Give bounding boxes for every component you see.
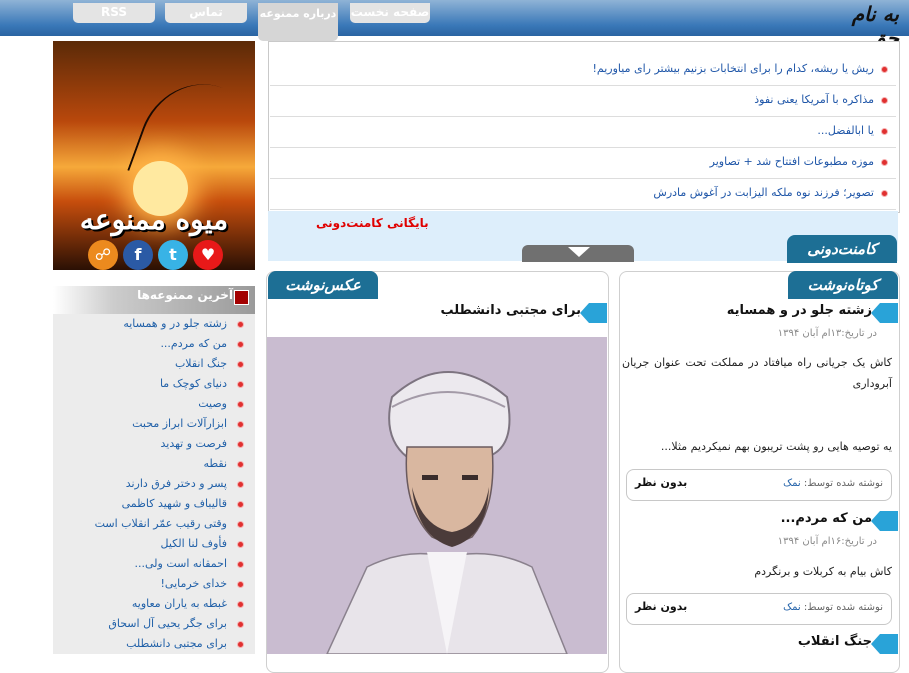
comments-link[interactable]: بدون نظر	[635, 600, 687, 613]
news-link[interactable]: مذاکره با آمریکا یعنی نفوذ	[270, 86, 896, 117]
post-body: کاش بیام به کربلات و برنگردم	[754, 565, 892, 578]
latest-post-link[interactable]: نقطه	[53, 454, 255, 474]
latest-post-link[interactable]: پسر و دختر فرق دارند	[53, 474, 255, 494]
latest-post-link[interactable]: برای جگر یحیی آل اسحاق	[53, 614, 255, 634]
author-link[interactable]: نمک	[783, 478, 801, 489]
comments-archive-link[interactable]: بایگانی کامنت‌دونی	[316, 216, 429, 230]
post-author: نوشته شده توسط: نمک	[783, 478, 883, 489]
latest-post-link[interactable]: وقتی رقیب عمّر انقلاب است	[53, 514, 255, 534]
photo-panel-ribbon: عکس‌نوشت	[268, 271, 378, 299]
facebook-icon[interactable]: f	[123, 240, 153, 270]
latest-post-link[interactable]: احمقانه است ولی...	[53, 554, 255, 574]
latest-posts-header: آخرین ممنوعه‌ها	[53, 286, 255, 314]
tab-home[interactable]: صفحه نخست	[350, 3, 430, 23]
tab-rss[interactable]: RSS	[73, 3, 155, 23]
post-info-bar: نوشته شده توسط: نمک بدون نظر	[626, 469, 892, 501]
post-date: در تاریخ:۱۳ام آبان ۱۳۹۴	[777, 328, 877, 339]
arrow-icon	[871, 634, 898, 654]
arrow-icon	[580, 303, 607, 323]
expand-toggle-button[interactable]	[522, 245, 634, 262]
news-list: ریش یا ریشه، کدام را برای انتخابات بزنیم…	[270, 55, 896, 210]
post-photo[interactable]	[267, 337, 607, 654]
comments-link[interactable]: بدون نظر	[635, 476, 687, 489]
news-link[interactable]: ریش یا ریشه، کدام را برای انتخابات بزنیم…	[270, 55, 896, 86]
arrow-icon	[871, 303, 898, 323]
latest-post-link[interactable]: زشته جلو در و همسایه	[53, 314, 255, 334]
latest-post-link[interactable]: خدای خرمایی!	[53, 574, 255, 594]
latest-post-link[interactable]: فأوف لنا الکیل	[53, 534, 255, 554]
post-body: یه توصیه هایی رو پشت تریبون بهم نمیکردیم…	[660, 440, 892, 453]
latest-post-link[interactable]: دنیای کوچک ما	[53, 374, 255, 394]
short-post-title[interactable]: زشته جلو در و همسایه	[727, 303, 872, 318]
post-info-bar: نوشته شده توسط: نمک بدون نظر	[626, 593, 892, 625]
short-panel-ribbon: کوتاه‌نوشت	[788, 271, 898, 299]
latest-post-link[interactable]: غبطه به یاران معاویه	[53, 594, 255, 614]
tab-about[interactable]: درباره ممنوعه	[258, 3, 338, 41]
latest-posts-list: زشته جلو در و همسایه من که مردم... جنگ ا…	[53, 314, 255, 654]
news-link[interactable]: یا ابالفضل...	[270, 117, 896, 148]
portrait-illustration	[267, 337, 607, 654]
latest-posts-title: آخرین ممنوعه‌ها	[137, 288, 233, 302]
site-logo[interactable]: به نام حق	[829, 2, 900, 50]
latest-post-link[interactable]: برای مجتبی دانشطلب	[53, 634, 255, 654]
photo-post-title[interactable]: برای مجتبی دانشطلب	[440, 303, 581, 318]
rss-icon[interactable]: ☍	[88, 240, 118, 270]
tab-contact[interactable]: تماس	[165, 3, 247, 23]
news-link[interactable]: موزه مطبوعات افتتاح شد + تصاویر	[270, 148, 896, 179]
arrow-icon	[871, 511, 898, 531]
square-bullet-icon	[234, 290, 249, 305]
latest-post-link[interactable]: قالیباف و شهید کاظمی	[53, 494, 255, 514]
post-date: در تاریخ:۱۶ام آبان ۱۳۹۴	[777, 536, 877, 547]
news-link[interactable]: تصویر؛ فرزند نوه ملکه الیزابت در آغوش ما…	[270, 179, 896, 210]
brand-wordmark: میوه ممنوعه	[79, 203, 229, 236]
latest-post-link[interactable]: جنگ انقلاب	[53, 354, 255, 374]
latest-post-link[interactable]: وصیت	[53, 394, 255, 414]
short-post-title[interactable]: من که مردم...	[781, 511, 872, 526]
brand-banner-image: میوه ممنوعه ♥ t f ☍	[53, 41, 255, 270]
comments-section-label: کامنت‌دونی	[787, 235, 897, 263]
latest-post-link[interactable]: فرصت و تهدید	[53, 434, 255, 454]
short-post-title[interactable]: جنگ انقلاب	[798, 634, 872, 649]
heart-icon[interactable]: ♥	[193, 240, 223, 270]
twitter-icon[interactable]: t	[158, 240, 188, 270]
post-author: نوشته شده توسط: نمک	[783, 602, 883, 613]
latest-post-link[interactable]: من که مردم...	[53, 334, 255, 354]
latest-post-link[interactable]: ابزارآلات ابراز محبت	[53, 414, 255, 434]
author-link[interactable]: نمک	[783, 602, 801, 613]
post-body: کاش یک جریانی راه میافتاد در مملکت تحت ع…	[622, 356, 892, 390]
